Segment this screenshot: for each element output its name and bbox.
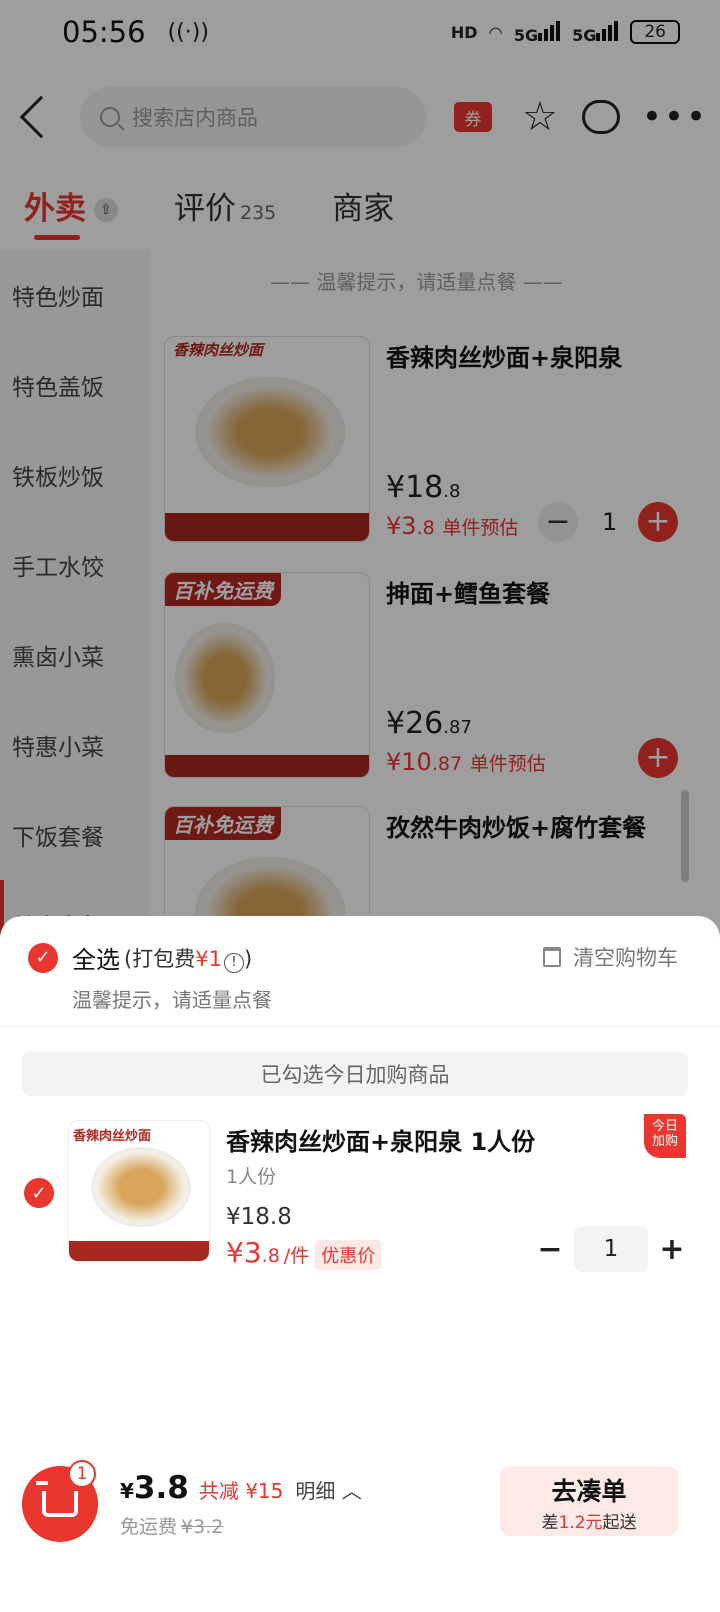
cart-tip: 温馨提示，请适量点餐 <box>72 988 272 1012</box>
trash-icon <box>543 947 561 967</box>
divider <box>0 1026 720 1027</box>
cart-icon <box>36 1481 78 1517</box>
shipping-fee: 免运费 ¥3.2 <box>120 1516 224 1538</box>
item-name: 香辣肉丝炒面+泉阳泉 1人份 <box>226 1128 536 1156</box>
checked-icon[interactable]: ✓ <box>28 942 58 973</box>
reduction: 共减 ¥15 <box>198 1479 284 1503</box>
clear-cart-button[interactable]: 清空购物车 <box>543 942 678 972</box>
info-icon[interactable]: ! <box>223 952 244 973</box>
section-title: 已勾选今日加购商品 <box>22 1052 688 1096</box>
item-checked-icon[interactable]: ✓ <box>24 1178 54 1208</box>
checkout-bar: 1 ¥3.8 共减 ¥15 明细 ︿ 免运费 ¥3.2 去凑单 差1.2元起送 <box>0 1456 720 1612</box>
increase-button[interactable]: + <box>658 1232 686 1267</box>
total-price: ¥3.8 共减 ¥15 明细 ︿ <box>120 1470 362 1506</box>
deal-badge: 优惠价 <box>315 1240 382 1270</box>
decrease-button[interactable]: − <box>536 1232 564 1267</box>
add-more-button[interactable]: 去凑单 差1.2元起送 <box>500 1466 678 1536</box>
quantity-value[interactable]: 1 <box>574 1226 648 1272</box>
select-all[interactable]: ✓ 全选 (打包费¥1!) <box>28 940 252 975</box>
item-thumbnail[interactable]: 香辣肉丝炒面 <box>68 1120 210 1262</box>
quantity-stepper: − 1 + <box>536 1226 686 1272</box>
item-original-price: ¥18.8 <box>226 1204 292 1230</box>
item-spec: 1人份 <box>226 1166 277 1188</box>
today-added-badge: 今日 加购 <box>644 1114 686 1158</box>
item-deal-price: ¥3.8/件 优惠价 <box>226 1236 382 1270</box>
detail-link[interactable]: 明细 ︿ <box>295 1475 361 1504</box>
cart-item: ✓ 香辣肉丝炒面 香辣肉丝炒面+泉阳泉 1人份 1人份 ¥18.8 ¥3.8/件… <box>0 1114 720 1288</box>
select-all-label: 全选 <box>72 946 120 974</box>
packing-fee: (打包费¥1!) <box>124 946 253 973</box>
cart-count-badge: 1 <box>68 1460 96 1488</box>
